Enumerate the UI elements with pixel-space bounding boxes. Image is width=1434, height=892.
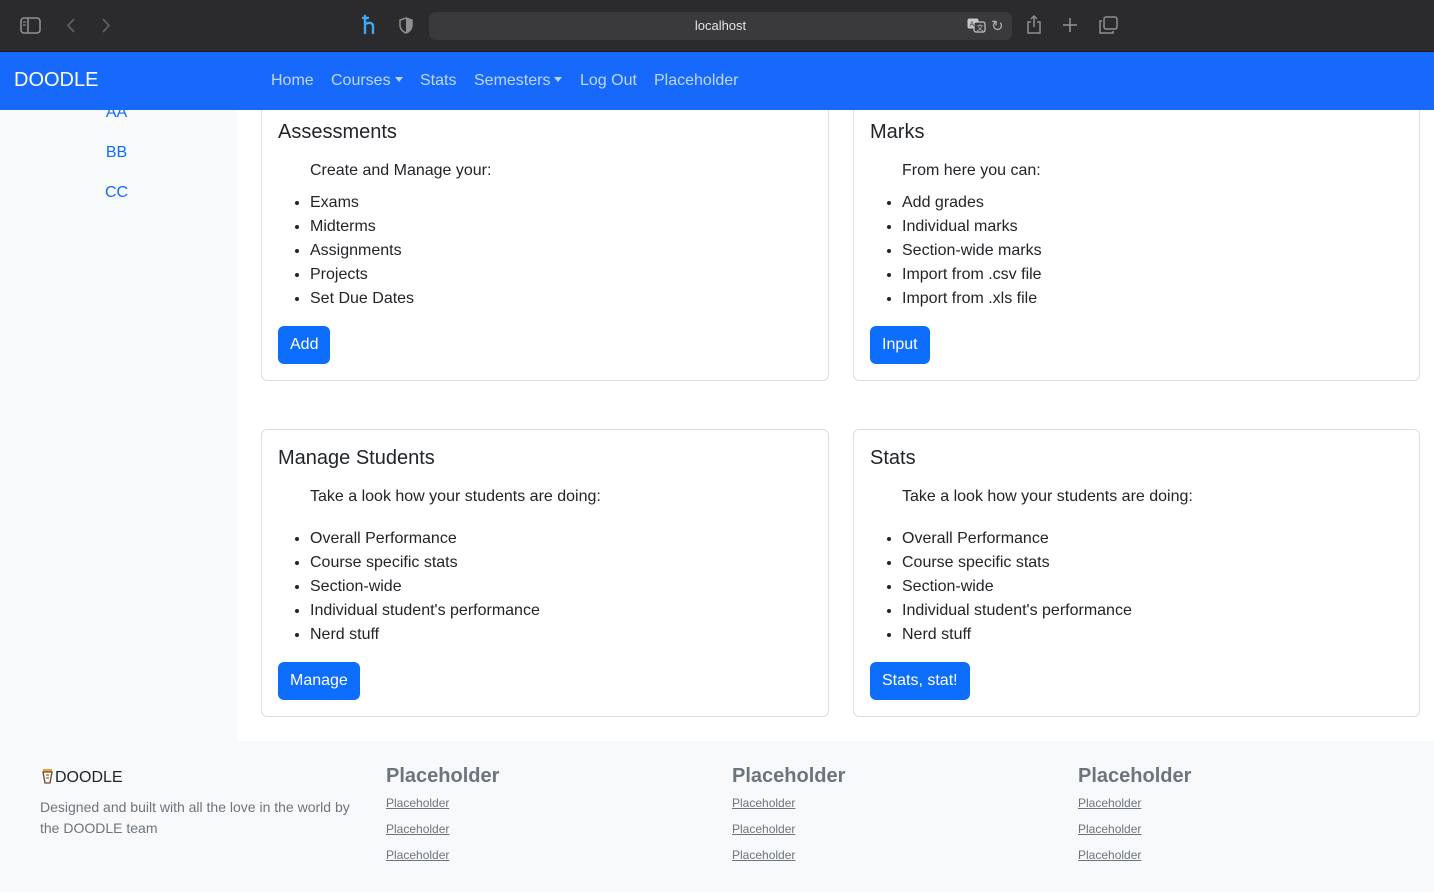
url-text: localhost	[694, 18, 747, 33]
nav-home[interactable]: Home	[271, 72, 314, 90]
list-item: Add grades	[902, 191, 1042, 215]
nav-courses-dropdown[interactable]: Courses	[331, 72, 403, 90]
card-title: Assessments	[278, 121, 397, 143]
svg-text:文: 文	[977, 23, 984, 32]
card-intro: From here you can:	[902, 162, 1041, 179]
footer-link[interactable]: Placeholder	[732, 794, 845, 812]
card-title: Marks	[870, 121, 925, 143]
nav-semesters-dropdown[interactable]: Semesters	[474, 72, 563, 90]
browser-toolbar: localhost A文 ↻	[0, 0, 1434, 52]
footer-link[interactable]: Placeholder	[1078, 846, 1191, 864]
list-item: Assignments	[310, 239, 414, 263]
list-item: Section-wide marks	[902, 239, 1042, 263]
footer-link[interactable]: Placeholder	[732, 820, 845, 838]
card-intro: Take a look how your students are doing:	[310, 488, 601, 505]
list-item: Midterms	[310, 215, 414, 239]
footer-description: Designed and built with all the love in …	[40, 799, 350, 836]
reload-icon[interactable]: ↻	[991, 17, 1004, 35]
list-item: Nerd stuff	[902, 623, 1132, 647]
footer-link[interactable]: Placeholder	[386, 794, 499, 812]
list-item: Nerd stuff	[310, 623, 540, 647]
sidebar-toggle-icon[interactable]	[20, 17, 41, 34]
card-list: Overall Performance Course specific stat…	[310, 527, 540, 647]
manage-button[interactable]: Manage	[278, 662, 360, 700]
footer-link[interactable]: Placeholder	[386, 846, 499, 864]
main-content: Assessments Create and Manage your: Exam…	[237, 80, 1434, 741]
list-item: Individual student's performance	[310, 599, 540, 623]
chevron-down-icon	[554, 77, 563, 82]
footer-column-heading: Placeholder	[386, 765, 500, 787]
footer-column: Placeholder Placeholder Placeholder Plac…	[1078, 765, 1191, 864]
footer-column-heading: Placeholder	[732, 765, 846, 787]
privacy-shield-icon[interactable]	[399, 17, 413, 34]
nav-logout[interactable]: Log Out	[580, 72, 637, 90]
list-item: Overall Performance	[310, 527, 540, 551]
list-item: Exams	[310, 191, 414, 215]
list-item: Import from .csv file	[902, 263, 1042, 287]
manage-students-card: Manage Students Take a look how your stu…	[261, 429, 829, 717]
stats-card: Stats Take a look how your students are …	[853, 429, 1420, 717]
nav-placeholder[interactable]: Placeholder	[654, 72, 739, 90]
card-title: Stats	[870, 447, 916, 469]
stats-stat-button[interactable]: Stats, stat!	[870, 662, 970, 700]
list-item: Course specific stats	[310, 551, 540, 575]
nav-courses-label: Courses	[331, 72, 391, 89]
sidebar-item-cc[interactable]: CC	[0, 184, 233, 202]
sidebar-item-bb[interactable]: BB	[0, 144, 233, 162]
footer-column: Placeholder Placeholder Placeholder Plac…	[732, 765, 845, 864]
tab-overview-icon[interactable]	[1099, 16, 1118, 34]
footer-column: Placeholder Placeholder Placeholder Plac…	[386, 765, 499, 864]
list-item: Individual marks	[902, 215, 1042, 239]
footer-link[interactable]: Placeholder	[1078, 820, 1191, 838]
card-list: Overall Performance Course specific stat…	[902, 527, 1132, 647]
card-intro: Take a look how your students are doing:	[902, 488, 1193, 505]
list-item: Set Due Dates	[310, 287, 414, 311]
forward-icon[interactable]	[101, 17, 111, 34]
doodle-logo-icon	[40, 768, 55, 789]
svg-text:A: A	[970, 21, 975, 29]
chevron-down-icon	[394, 77, 403, 82]
marks-card: Marks From here you can: Add grades Indi…	[853, 80, 1420, 381]
footer: DOODLE Designed and built with all the l…	[0, 741, 1434, 892]
address-bar[interactable]: localhost A文 ↻	[429, 12, 1012, 40]
share-icon[interactable]	[1026, 15, 1042, 35]
navbar-brand[interactable]: DOODLE	[14, 69, 98, 92]
nav-stats[interactable]: Stats	[420, 72, 456, 90]
add-button[interactable]: Add	[278, 326, 331, 364]
translate-icon[interactable]: A文	[967, 18, 986, 33]
footer-link[interactable]: Placeholder	[1078, 794, 1191, 812]
footer-column-heading: Placeholder	[1078, 765, 1192, 787]
list-item: Import from .xls file	[902, 287, 1042, 311]
sidebar: AA BB CC	[0, 110, 237, 741]
footer-brand-label: DOODLE	[55, 769, 123, 786]
card-list: Exams Midterms Assignments Projects Set …	[310, 191, 414, 311]
list-item: Individual student's performance	[902, 599, 1132, 623]
card-list: Add grades Individual marks Section-wide…	[902, 191, 1042, 311]
list-item: Projects	[310, 263, 414, 287]
list-item: Section-wide	[310, 575, 540, 599]
nav-semesters-label: Semesters	[474, 72, 551, 89]
list-item: Section-wide	[902, 575, 1132, 599]
footer-link[interactable]: Placeholder	[732, 846, 845, 864]
extension-h-icon[interactable]	[361, 14, 379, 36]
assessments-card: Assessments Create and Manage your: Exam…	[261, 80, 829, 381]
card-intro: Create and Manage your:	[310, 162, 492, 179]
list-item: Course specific stats	[902, 551, 1132, 575]
sidebar-item-aa[interactable]: AA	[0, 110, 233, 122]
footer-brand: DOODLE	[40, 768, 123, 789]
top-navbar: DOODLE Home Courses Stats Semesters Log …	[0, 52, 1434, 110]
card-title: Manage Students	[278, 447, 435, 469]
input-button[interactable]: Input	[870, 326, 930, 364]
list-item: Overall Performance	[902, 527, 1132, 551]
new-tab-icon[interactable]	[1062, 17, 1078, 33]
footer-link[interactable]: Placeholder	[386, 820, 499, 838]
back-icon[interactable]	[66, 17, 76, 34]
